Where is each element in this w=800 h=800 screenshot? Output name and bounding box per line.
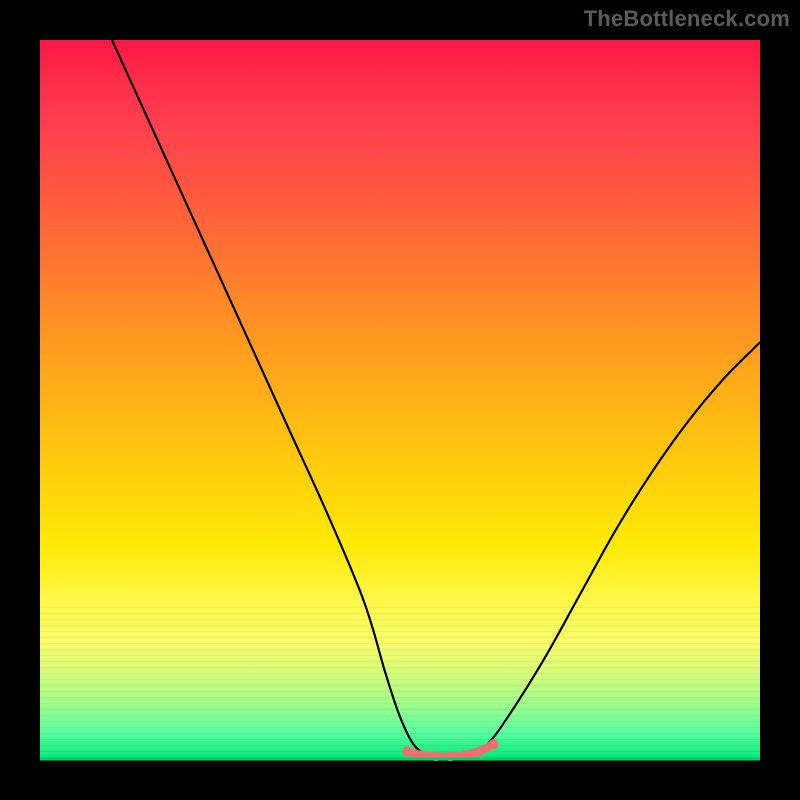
sweet-spot-dot <box>474 746 484 756</box>
bottleneck-curve <box>112 40 760 757</box>
watermark-text: TheBottleneck.com <box>584 6 790 32</box>
sweet-spot-dot <box>402 746 412 756</box>
plot-area <box>40 40 760 760</box>
sweet-spot-dot <box>489 739 499 749</box>
curve-layer <box>40 40 760 760</box>
chart-canvas: TheBottleneck.com <box>0 0 800 800</box>
